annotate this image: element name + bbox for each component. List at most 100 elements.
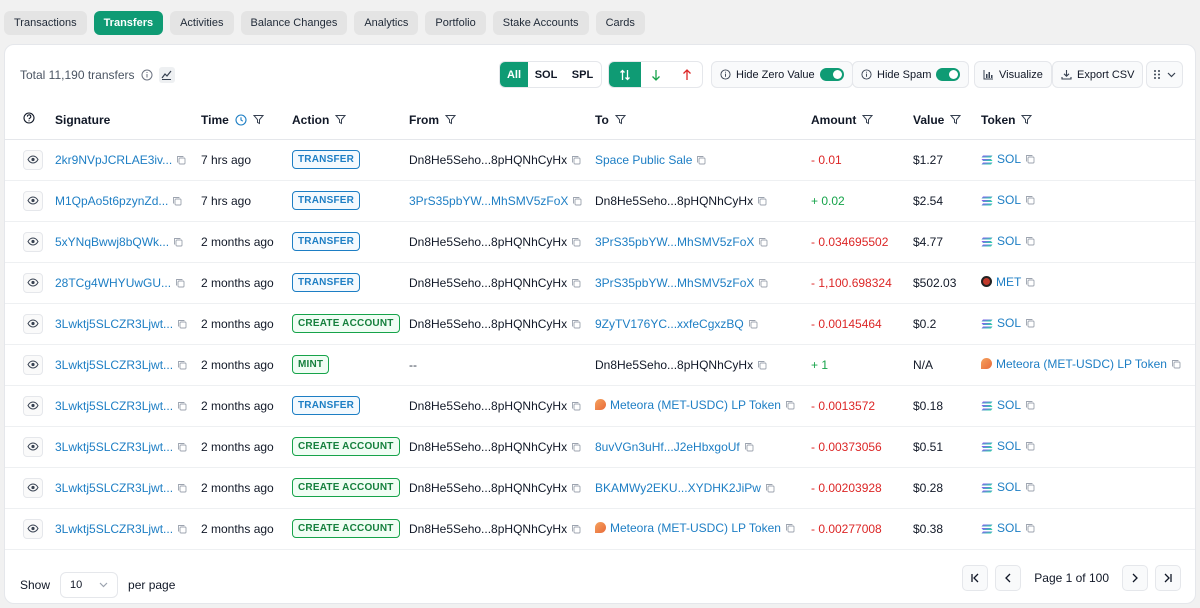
copy-icon[interactable] (744, 442, 754, 452)
copy-icon[interactable] (1171, 359, 1181, 369)
tab-transactions[interactable]: Transactions (4, 11, 87, 35)
signature-link[interactable]: 3Lwktj5SLCZR3Ljwt... (55, 522, 173, 536)
filter-icon[interactable] (614, 114, 626, 125)
eye-icon[interactable] (23, 354, 43, 375)
eye-icon[interactable] (23, 149, 43, 170)
copy-icon[interactable] (748, 319, 758, 329)
copy-icon[interactable] (1025, 154, 1035, 164)
copy-icon[interactable] (765, 483, 775, 493)
filter-icon[interactable] (1021, 114, 1033, 125)
eye-icon[interactable] (23, 313, 43, 334)
to-address[interactable]: 3PrS35pbYW...MhSMV5zFoX (595, 276, 754, 290)
copy-icon[interactable] (572, 196, 582, 206)
to-address[interactable]: Space Public Sale (595, 153, 692, 167)
copy-icon[interactable] (177, 319, 187, 329)
token-link[interactable]: SOL (997, 193, 1021, 207)
copy-icon[interactable] (571, 401, 581, 411)
eye-icon[interactable] (23, 272, 43, 293)
next-page-button[interactable] (1122, 565, 1148, 591)
copy-icon[interactable] (571, 237, 581, 247)
filter-icon[interactable] (950, 114, 962, 125)
to-address[interactable]: 8uvVGn3uHf...J2eHbxgoUf (595, 440, 740, 454)
to-address[interactable]: Meteora (MET-USDC) LP Token (610, 521, 781, 535)
copy-icon[interactable] (177, 524, 187, 534)
copy-icon[interactable] (1025, 400, 1035, 410)
copy-icon[interactable] (571, 442, 581, 452)
copy-icon[interactable] (571, 155, 581, 165)
filter-icon[interactable] (335, 114, 347, 125)
filter-sol-button[interactable]: SOL (528, 62, 564, 87)
export-csv-button[interactable]: Export CSV (1052, 61, 1144, 88)
copy-icon[interactable] (1025, 482, 1035, 492)
to-address[interactable]: 9ZyTV176YC...xxfeCgxzBQ (595, 317, 744, 331)
eye-icon[interactable] (23, 477, 43, 498)
hide-zero-value-switch[interactable] (819, 68, 844, 81)
tab-stake-accounts[interactable]: Stake Accounts (492, 11, 589, 35)
to-address[interactable]: 3PrS35pbYW...MhSMV5zFoX (595, 235, 754, 249)
token-link[interactable]: Meteora (MET-USDC) LP Token (996, 357, 1167, 371)
copy-icon[interactable] (1025, 195, 1035, 205)
direction-in-button[interactable] (641, 62, 672, 87)
signature-link[interactable]: M1QpAo5t6pzynZd... (55, 194, 168, 208)
copy-icon[interactable] (785, 523, 795, 533)
token-link[interactable]: SOL (997, 234, 1021, 248)
visualize-button[interactable]: Visualize (974, 61, 1052, 88)
filter-spl-button[interactable]: SPL (564, 62, 601, 87)
previous-page-button[interactable] (995, 565, 1022, 591)
copy-icon[interactable] (1025, 236, 1035, 246)
token-link[interactable]: SOL (997, 521, 1021, 535)
eye-icon[interactable] (23, 518, 43, 539)
hide-zero-value-toggle[interactable]: Hide Zero Value (711, 61, 853, 88)
eye-icon[interactable] (23, 190, 43, 211)
copy-icon[interactable] (177, 401, 187, 411)
copy-icon[interactable] (785, 400, 795, 410)
copy-icon[interactable] (1025, 277, 1035, 287)
last-page-button[interactable] (1155, 565, 1181, 591)
tab-balance-changes[interactable]: Balance Changes (240, 11, 348, 35)
to-address[interactable]: BKAMWy2EKU...XYDHK2JiPw (595, 481, 761, 495)
from-address[interactable]: 3PrS35pbYW...MhSMV5zFoX (409, 194, 568, 208)
copy-icon[interactable] (571, 278, 581, 288)
eye-icon[interactable] (23, 436, 43, 457)
copy-icon[interactable] (571, 319, 581, 329)
copy-icon[interactable] (176, 155, 186, 165)
copy-icon[interactable] (571, 524, 581, 534)
signature-link[interactable]: 5xYNqBwwj8bQWk... (55, 235, 169, 249)
filter-icon[interactable] (445, 114, 456, 125)
filter-icon[interactable] (862, 114, 874, 125)
copy-icon[interactable] (758, 237, 768, 247)
copy-icon[interactable] (177, 360, 187, 370)
token-link[interactable]: SOL (997, 480, 1021, 494)
copy-icon[interactable] (1025, 523, 1035, 533)
hide-spam-toggle[interactable]: Hide Spam (852, 61, 970, 88)
copy-icon[interactable] (757, 360, 767, 370)
filter-icon[interactable] (252, 114, 264, 125)
signature-link[interactable]: 3Lwktj5SLCZR3Ljwt... (55, 440, 173, 454)
page-size-select[interactable]: 10 (60, 572, 119, 598)
token-link[interactable]: SOL (997, 152, 1021, 166)
token-link[interactable]: SOL (997, 316, 1021, 330)
copy-icon[interactable] (175, 278, 185, 288)
direction-both-button[interactable] (609, 62, 641, 87)
copy-icon[interactable] (173, 237, 183, 247)
copy-icon[interactable] (758, 278, 768, 288)
copy-icon[interactable] (177, 442, 187, 452)
signature-link[interactable]: 3Lwktj5SLCZR3Ljwt... (55, 481, 173, 495)
token-link[interactable]: MET (996, 275, 1021, 289)
copy-icon[interactable] (757, 196, 767, 206)
copy-icon[interactable] (177, 483, 187, 493)
eye-icon[interactable] (23, 395, 43, 416)
info-icon[interactable] (141, 69, 153, 81)
signature-link[interactable]: 2kr9NVpJCRLAE3iv... (55, 153, 172, 167)
filter-all-button[interactable]: All (500, 62, 528, 87)
copy-icon[interactable] (696, 155, 706, 165)
token-link[interactable]: SOL (997, 398, 1021, 412)
chart-icon[interactable] (158, 67, 175, 83)
first-page-button[interactable] (962, 565, 989, 591)
hide-spam-switch[interactable] (936, 68, 961, 81)
tab-transfers[interactable]: Transfers (93, 11, 164, 35)
signature-link[interactable]: 28TCg4WHYUwGU... (55, 276, 171, 290)
token-link[interactable]: SOL (997, 439, 1021, 453)
to-address[interactable]: Meteora (MET-USDC) LP Token (610, 398, 781, 412)
column-settings-button[interactable] (1146, 61, 1183, 88)
